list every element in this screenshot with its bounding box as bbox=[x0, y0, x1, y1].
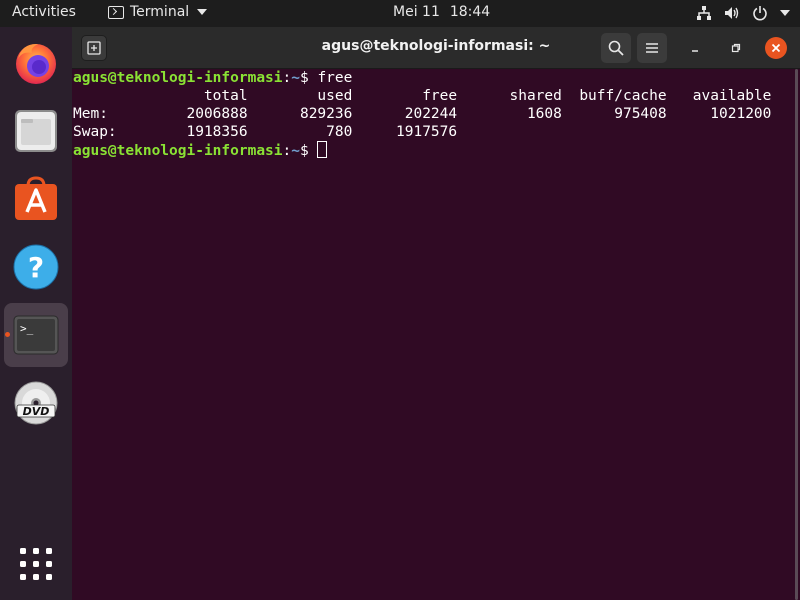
software-icon bbox=[15, 176, 57, 220]
power-icon bbox=[753, 6, 767, 21]
top-bar: Activities Terminal Mei 11 18:44 bbox=[0, 0, 800, 27]
scrollbar[interactable] bbox=[792, 69, 800, 600]
terminal-icon: >_ bbox=[13, 315, 59, 355]
output-swap-row: Swap: 1918356 780 1917576 bbox=[73, 124, 458, 140]
close-button[interactable] bbox=[765, 37, 787, 59]
prompt-separator: : bbox=[282, 70, 292, 86]
terminal-window: agus@teknologi-informasi: ~ agus@teknolo… bbox=[72, 27, 800, 600]
close-icon bbox=[771, 43, 781, 53]
title-bar[interactable]: agus@teknologi-informasi: ~ bbox=[72, 27, 800, 69]
app-menu[interactable]: Terminal bbox=[108, 4, 208, 20]
scrollbar-thumb[interactable] bbox=[795, 69, 798, 600]
clock-date: Mei 11 bbox=[393, 4, 440, 20]
output-mem-row: Mem: 2006888 829236 202244 1608 975408 1… bbox=[73, 106, 772, 122]
prompt-path: ~ bbox=[291, 70, 300, 86]
dock-item-files[interactable] bbox=[4, 99, 68, 163]
prompt-suffix: $ bbox=[299, 70, 318, 86]
files-icon bbox=[15, 110, 57, 152]
restore-icon bbox=[731, 43, 741, 53]
dock-item-firefox[interactable] bbox=[4, 31, 68, 95]
clock[interactable]: Mei 11 18:44 bbox=[393, 4, 490, 20]
firefox-icon bbox=[16, 43, 56, 84]
search-button[interactable] bbox=[601, 33, 631, 63]
clock-time: 18:44 bbox=[449, 4, 491, 20]
active-prompt-line: agus@teknologi-informasi:~$ bbox=[73, 141, 791, 159]
dock-item-software[interactable] bbox=[4, 167, 68, 231]
terminal-icon bbox=[108, 5, 124, 19]
minimize-button[interactable] bbox=[685, 38, 705, 58]
new-tab-icon bbox=[87, 41, 101, 55]
dock-item-dvd[interactable]: DVD bbox=[4, 371, 68, 435]
activities-button[interactable]: Activities bbox=[12, 4, 76, 20]
chevron-down-icon bbox=[197, 9, 208, 15]
command-text: free bbox=[317, 70, 353, 86]
hamburger-icon bbox=[646, 43, 658, 53]
volume-icon bbox=[725, 7, 739, 19]
app-grid-icon bbox=[20, 548, 52, 580]
command-line: agus@teknologi-informasi:~$ free bbox=[73, 69, 791, 87]
dock-item-help[interactable]: ? bbox=[4, 235, 68, 299]
running-indicator bbox=[5, 332, 10, 337]
prompt-separator: : bbox=[282, 143, 292, 159]
text-cursor bbox=[317, 141, 328, 158]
prompt-user: agus@teknologi-informasi bbox=[73, 143, 283, 159]
dvd-icon: DVD bbox=[14, 381, 58, 425]
minimize-icon bbox=[692, 50, 698, 52]
svg-text:?: ? bbox=[28, 251, 44, 284]
network-icon bbox=[697, 6, 711, 20]
terminal-output[interactable]: agus@teknologi-informasi:~$ free total u… bbox=[73, 69, 791, 600]
hamburger-menu-button[interactable] bbox=[637, 33, 667, 63]
new-tab-button[interactable] bbox=[81, 35, 107, 61]
prompt-user: agus@teknologi-informasi bbox=[73, 70, 283, 86]
output-header: total used free shared buff/cache availa… bbox=[73, 88, 772, 104]
maximize-button[interactable] bbox=[726, 38, 746, 58]
system-tray[interactable] bbox=[696, 5, 790, 21]
prompt-path: ~ bbox=[291, 143, 300, 159]
app-menu-label: Terminal bbox=[130, 4, 190, 20]
svg-text:>_: >_ bbox=[20, 322, 34, 335]
dock: ? >_ DVD bbox=[0, 27, 72, 600]
dock-item-terminal[interactable]: >_ bbox=[4, 303, 68, 367]
prompt-suffix: $ bbox=[299, 143, 318, 159]
show-applications-button[interactable] bbox=[4, 532, 68, 596]
search-icon bbox=[608, 40, 624, 56]
svg-text:DVD: DVD bbox=[23, 405, 50, 418]
help-icon: ? bbox=[13, 244, 59, 290]
chevron-down-icon bbox=[780, 10, 790, 16]
